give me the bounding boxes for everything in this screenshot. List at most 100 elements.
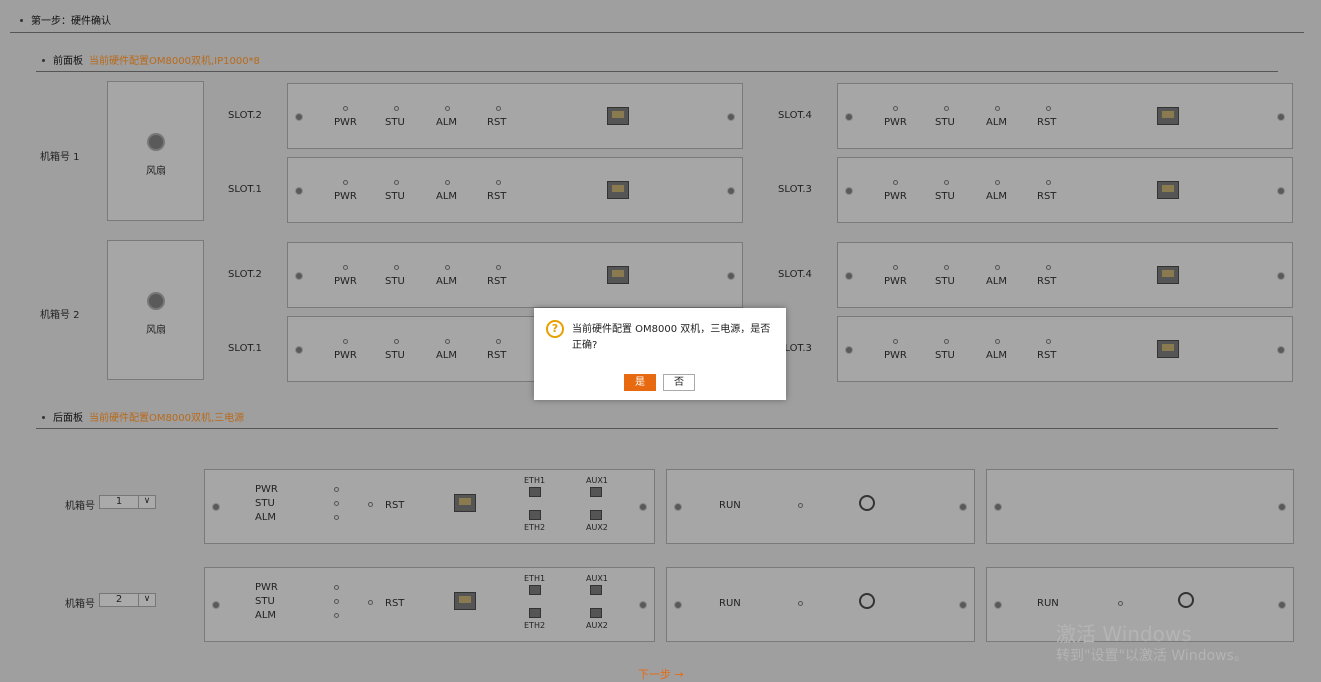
chassis-select-value: 2 <box>115 594 123 605</box>
led-indicator <box>893 339 898 344</box>
led-indicator <box>334 599 339 604</box>
rst-label: RST <box>385 500 405 511</box>
screw-icon <box>674 503 682 511</box>
led-indicator <box>496 265 501 270</box>
screw-icon <box>639 503 647 511</box>
port-label: AUX2 <box>586 621 608 630</box>
front-panel-config: 当前硬件配置OM8000双机,IP1000*8 <box>89 56 260 67</box>
ethernet-port-icon <box>454 494 476 512</box>
slot-card[interactable]: PWR STU ALM RST <box>837 316 1293 382</box>
chassis-label: 机箱号 <box>65 501 95 512</box>
led-label: STU <box>935 117 955 128</box>
port-label: ETH2 <box>524 621 546 630</box>
port-label: AUX2 <box>586 523 608 532</box>
led-label: STU <box>385 276 405 287</box>
ethernet-port-icon <box>607 107 629 125</box>
step-title-text: 第一步：硬件确认 <box>31 16 111 27</box>
led-indicator <box>944 339 949 344</box>
power-socket-icon <box>859 593 875 609</box>
slot-card[interactable]: PWR STU ALM RST <box>287 157 743 223</box>
power-card[interactable] <box>986 469 1294 544</box>
no-button[interactable]: 否 <box>663 374 695 391</box>
fan-icon <box>147 133 165 151</box>
control-card[interactable]: PWR STU ALM RST ETH1 AUX1 ETH2 AUX2 <box>204 567 655 642</box>
fan-label: 风扇 <box>146 325 166 336</box>
led-indicator <box>394 265 399 270</box>
ethernet-port-icon <box>607 266 629 284</box>
led-label: RST <box>487 276 507 287</box>
led-indicator <box>1118 601 1123 606</box>
led-label: RST <box>1037 350 1057 361</box>
led-indicator <box>334 585 339 590</box>
slot-label: SLOT.2 <box>228 110 262 121</box>
chassis-select[interactable]: 1 ∨ <box>99 495 156 509</box>
divider <box>36 71 1278 72</box>
run-label: RUN <box>1037 598 1059 609</box>
slot-card[interactable]: PWR STU ALM RST <box>287 83 743 149</box>
led-indicator <box>496 339 501 344</box>
ethernet-port-icon <box>1157 266 1179 284</box>
chevron-down-icon: ∨ <box>138 496 155 508</box>
led-label: ALM <box>986 350 1008 361</box>
divider <box>36 428 1278 429</box>
led-indicator <box>334 613 339 618</box>
led-indicator <box>496 106 501 111</box>
power-card[interactable]: RUN <box>666 469 975 544</box>
led-label: RST <box>487 191 507 202</box>
screw-icon <box>1277 346 1285 354</box>
led-indicator <box>1046 180 1051 185</box>
led-indicator <box>368 600 373 605</box>
screw-icon <box>1277 187 1285 195</box>
screw-icon <box>845 346 853 354</box>
screw-icon <box>994 601 1002 609</box>
led-indicator <box>1046 339 1051 344</box>
screw-icon <box>845 187 853 195</box>
port-label: ETH1 <box>524 574 546 583</box>
run-label: RUN <box>719 598 741 609</box>
chassis-select[interactable]: 2 ∨ <box>99 593 156 607</box>
led-indicator <box>334 515 339 520</box>
screw-icon <box>1277 272 1285 280</box>
aux-port-icon <box>590 487 602 497</box>
eth-port-icon <box>529 510 541 520</box>
led-indicator <box>343 106 348 111</box>
slot-card[interactable]: PWR STU ALM RST <box>837 242 1293 308</box>
screw-icon <box>845 113 853 121</box>
led-indicator <box>368 502 373 507</box>
control-card[interactable]: PWR STU ALM RST ETH1 AUX1 ETH2 AUX2 <box>204 469 655 544</box>
led-indicator <box>944 106 949 111</box>
next-step-link[interactable]: 下一步 → <box>638 666 684 682</box>
screw-icon <box>295 187 303 195</box>
led-label: PWR <box>334 350 357 361</box>
led-indicator <box>995 339 1000 344</box>
screw-icon <box>845 272 853 280</box>
ethernet-port-icon <box>454 592 476 610</box>
screw-icon <box>1277 113 1285 121</box>
activation-watermark: 激活 Windows <box>1056 622 1192 646</box>
power-card[interactable]: RUN <box>666 567 975 642</box>
step-title: 第一步：硬件确认 <box>20 12 111 27</box>
slot-card[interactable]: PWR STU ALM RST <box>287 242 743 308</box>
back-panel-title-text: 后面板 <box>53 413 83 424</box>
chassis-select-value: 1 <box>115 496 123 507</box>
led-indicator <box>995 265 1000 270</box>
port-label: AUX1 <box>586 574 608 583</box>
led-label: STU <box>935 350 955 361</box>
eth-port-icon <box>529 608 541 618</box>
led-label: STU <box>255 596 275 607</box>
slot-label: SLOT.1 <box>228 184 262 195</box>
led-indicator <box>995 180 1000 185</box>
led-label: PWR <box>884 276 907 287</box>
led-indicator <box>893 106 898 111</box>
led-label: PWR <box>334 276 357 287</box>
led-indicator <box>944 265 949 270</box>
led-label: RST <box>1037 117 1057 128</box>
yes-button[interactable]: 是 <box>624 374 656 391</box>
led-label: STU <box>385 191 405 202</box>
slot-card[interactable]: PWR STU ALM RST <box>837 157 1293 223</box>
power-socket-icon <box>1178 592 1194 608</box>
led-label: RST <box>487 117 507 128</box>
slot-card[interactable]: PWR STU ALM RST <box>837 83 1293 149</box>
screw-icon <box>212 601 220 609</box>
led-label: ALM <box>436 117 458 128</box>
